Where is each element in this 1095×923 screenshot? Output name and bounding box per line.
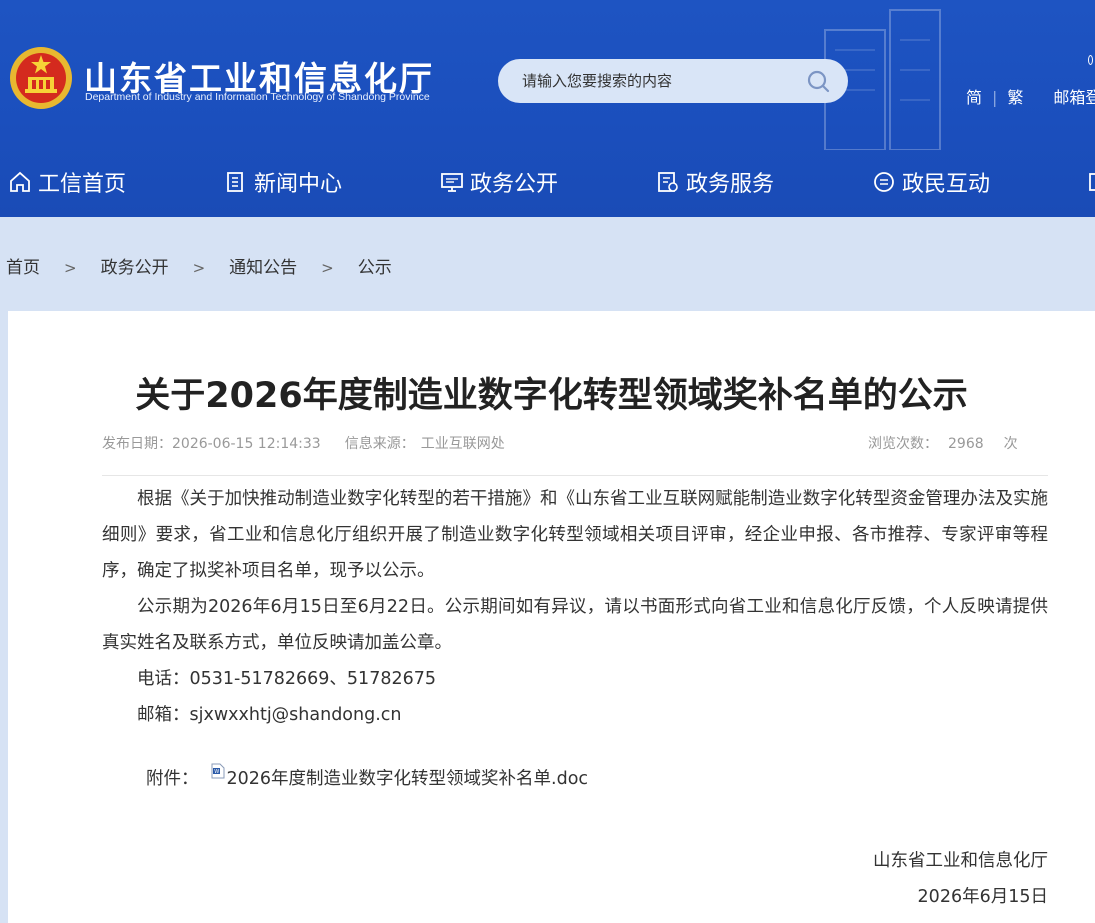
breadcrumb: 首页 > 政务公开 > 通知公告 > 公示 <box>6 253 392 278</box>
article-title: 关于2026年度制造业数字化转型领域奖补名单的公示 <box>135 376 968 416</box>
nav-item-news[interactable]: 新闻中心 <box>224 167 342 197</box>
attachment-link[interactable]: 2026年度制造业数字化转型领域奖补名单.doc <box>227 765 589 790</box>
search-icon[interactable] <box>806 69 830 93</box>
nav-item-gov-service[interactable]: 政务服务 <box>656 167 774 197</box>
news-icon <box>227 172 243 192</box>
main-nav: 工信首页 新闻中心 政务公开 政务服务 政民互动 <box>0 155 1095 207</box>
location-icon <box>1088 55 1093 65</box>
article-content: 关于2026年度制造业数字化转型领域奖补名单的公示 发布日期：2026-06-1… <box>8 311 1095 923</box>
source-label: 信息来源： <box>344 436 415 452</box>
simplified-chinese-link[interactable]: 简 <box>966 84 982 108</box>
home-icon <box>10 171 30 192</box>
word-document-icon: W <box>211 763 224 778</box>
nav-item-home[interactable]: 工信首页 <box>8 167 126 197</box>
breadcrumb-separator: > <box>321 259 334 277</box>
attachment-label: 附件： <box>146 769 199 789</box>
article-body: 根据《关于加快推动制造业数字化转型的若干措施》和《山东省工业互联网赋能制造业数字… <box>102 481 1048 733</box>
traditional-chinese-link[interactable]: 繁 <box>1007 84 1023 108</box>
more-nav-icon <box>1089 173 1095 191</box>
nav-label: 工信首页 <box>38 172 127 197</box>
svg-text:W: W <box>214 769 219 775</box>
breadcrumb-separator: > <box>192 259 206 277</box>
nav-item-gov-affairs[interactable]: 政务公开 <box>440 167 558 197</box>
mail-login-link[interactable]: 邮箱登 <box>1053 84 1095 108</box>
service-icon <box>658 172 678 192</box>
search-input[interactable] <box>522 59 802 103</box>
nav-label: 政务服务 <box>686 172 775 197</box>
paragraph: 公示期为2026年6月15日至6月22日。公示期间如有异议，请以书面形式向省工业… <box>102 597 1048 653</box>
nav-item-more[interactable] <box>1088 167 1095 197</box>
breadcrumb-gov-affairs[interactable]: 政务公开 <box>101 253 169 278</box>
divider: | <box>992 88 998 107</box>
signature-block: 山东省工业和信息化厅 2026年6月15日 <box>873 843 1048 915</box>
signature-org: 山东省工业和信息化厅 <box>873 851 1048 871</box>
breadcrumb-home[interactable]: 首页 <box>6 253 40 278</box>
breadcrumb-notices[interactable]: 通知公告 <box>229 253 297 278</box>
nav-item-interaction[interactable]: 政民互动 <box>872 167 990 197</box>
search-box <box>498 59 848 103</box>
view-count: 浏览次数： 2968 次 <box>868 433 1018 453</box>
article-meta: 发布日期：2026-06-15 12:14:33 信息来源： 工业互联网处 <box>102 433 505 453</box>
breadcrumb-current[interactable]: 公示 <box>358 253 392 278</box>
nav-label: 新闻中心 <box>254 172 343 197</box>
attachment-row: 附件： W 2026年度制造业数字化转型领域奖补名单.doc <box>146 763 589 790</box>
source-value: 工业互联网处 <box>420 436 505 452</box>
publish-date: 2026-06-15 12:14:33 <box>172 436 321 452</box>
breadcrumb-separator: > <box>64 259 77 277</box>
national-emblem-icon <box>10 47 72 109</box>
paragraph: 根据《关于加快推动制造业数字化转型的若干措施》和《山东省工业互联网赋能制造业数字… <box>102 489 1048 581</box>
site-header: 山东省工业和信息化厅 Department of Industry and In… <box>0 0 1095 217</box>
meta-divider <box>102 475 1048 476</box>
phone-line: 电话：0531-51782669、51782675 <box>137 669 436 689</box>
chat-icon <box>874 172 894 192</box>
top-links: 简 | 繁 邮箱登 <box>966 84 1095 108</box>
signature-date: 2026年6月15日 <box>917 887 1048 907</box>
views-unit: 次 <box>1003 436 1018 452</box>
nav-label: 政民互动 <box>902 172 991 197</box>
nav-label: 政务公开 <box>470 172 559 197</box>
email-line: 邮箱：sjxwxxhtj@shandong.cn <box>137 705 402 725</box>
views-label: 浏览次数： <box>868 436 938 452</box>
site-subtitle: Department of Industry and Information T… <box>85 91 430 103</box>
publish-label: 发布日期： <box>102 436 172 452</box>
views-value: 2968 <box>948 436 984 452</box>
monitor-icon <box>441 173 463 192</box>
